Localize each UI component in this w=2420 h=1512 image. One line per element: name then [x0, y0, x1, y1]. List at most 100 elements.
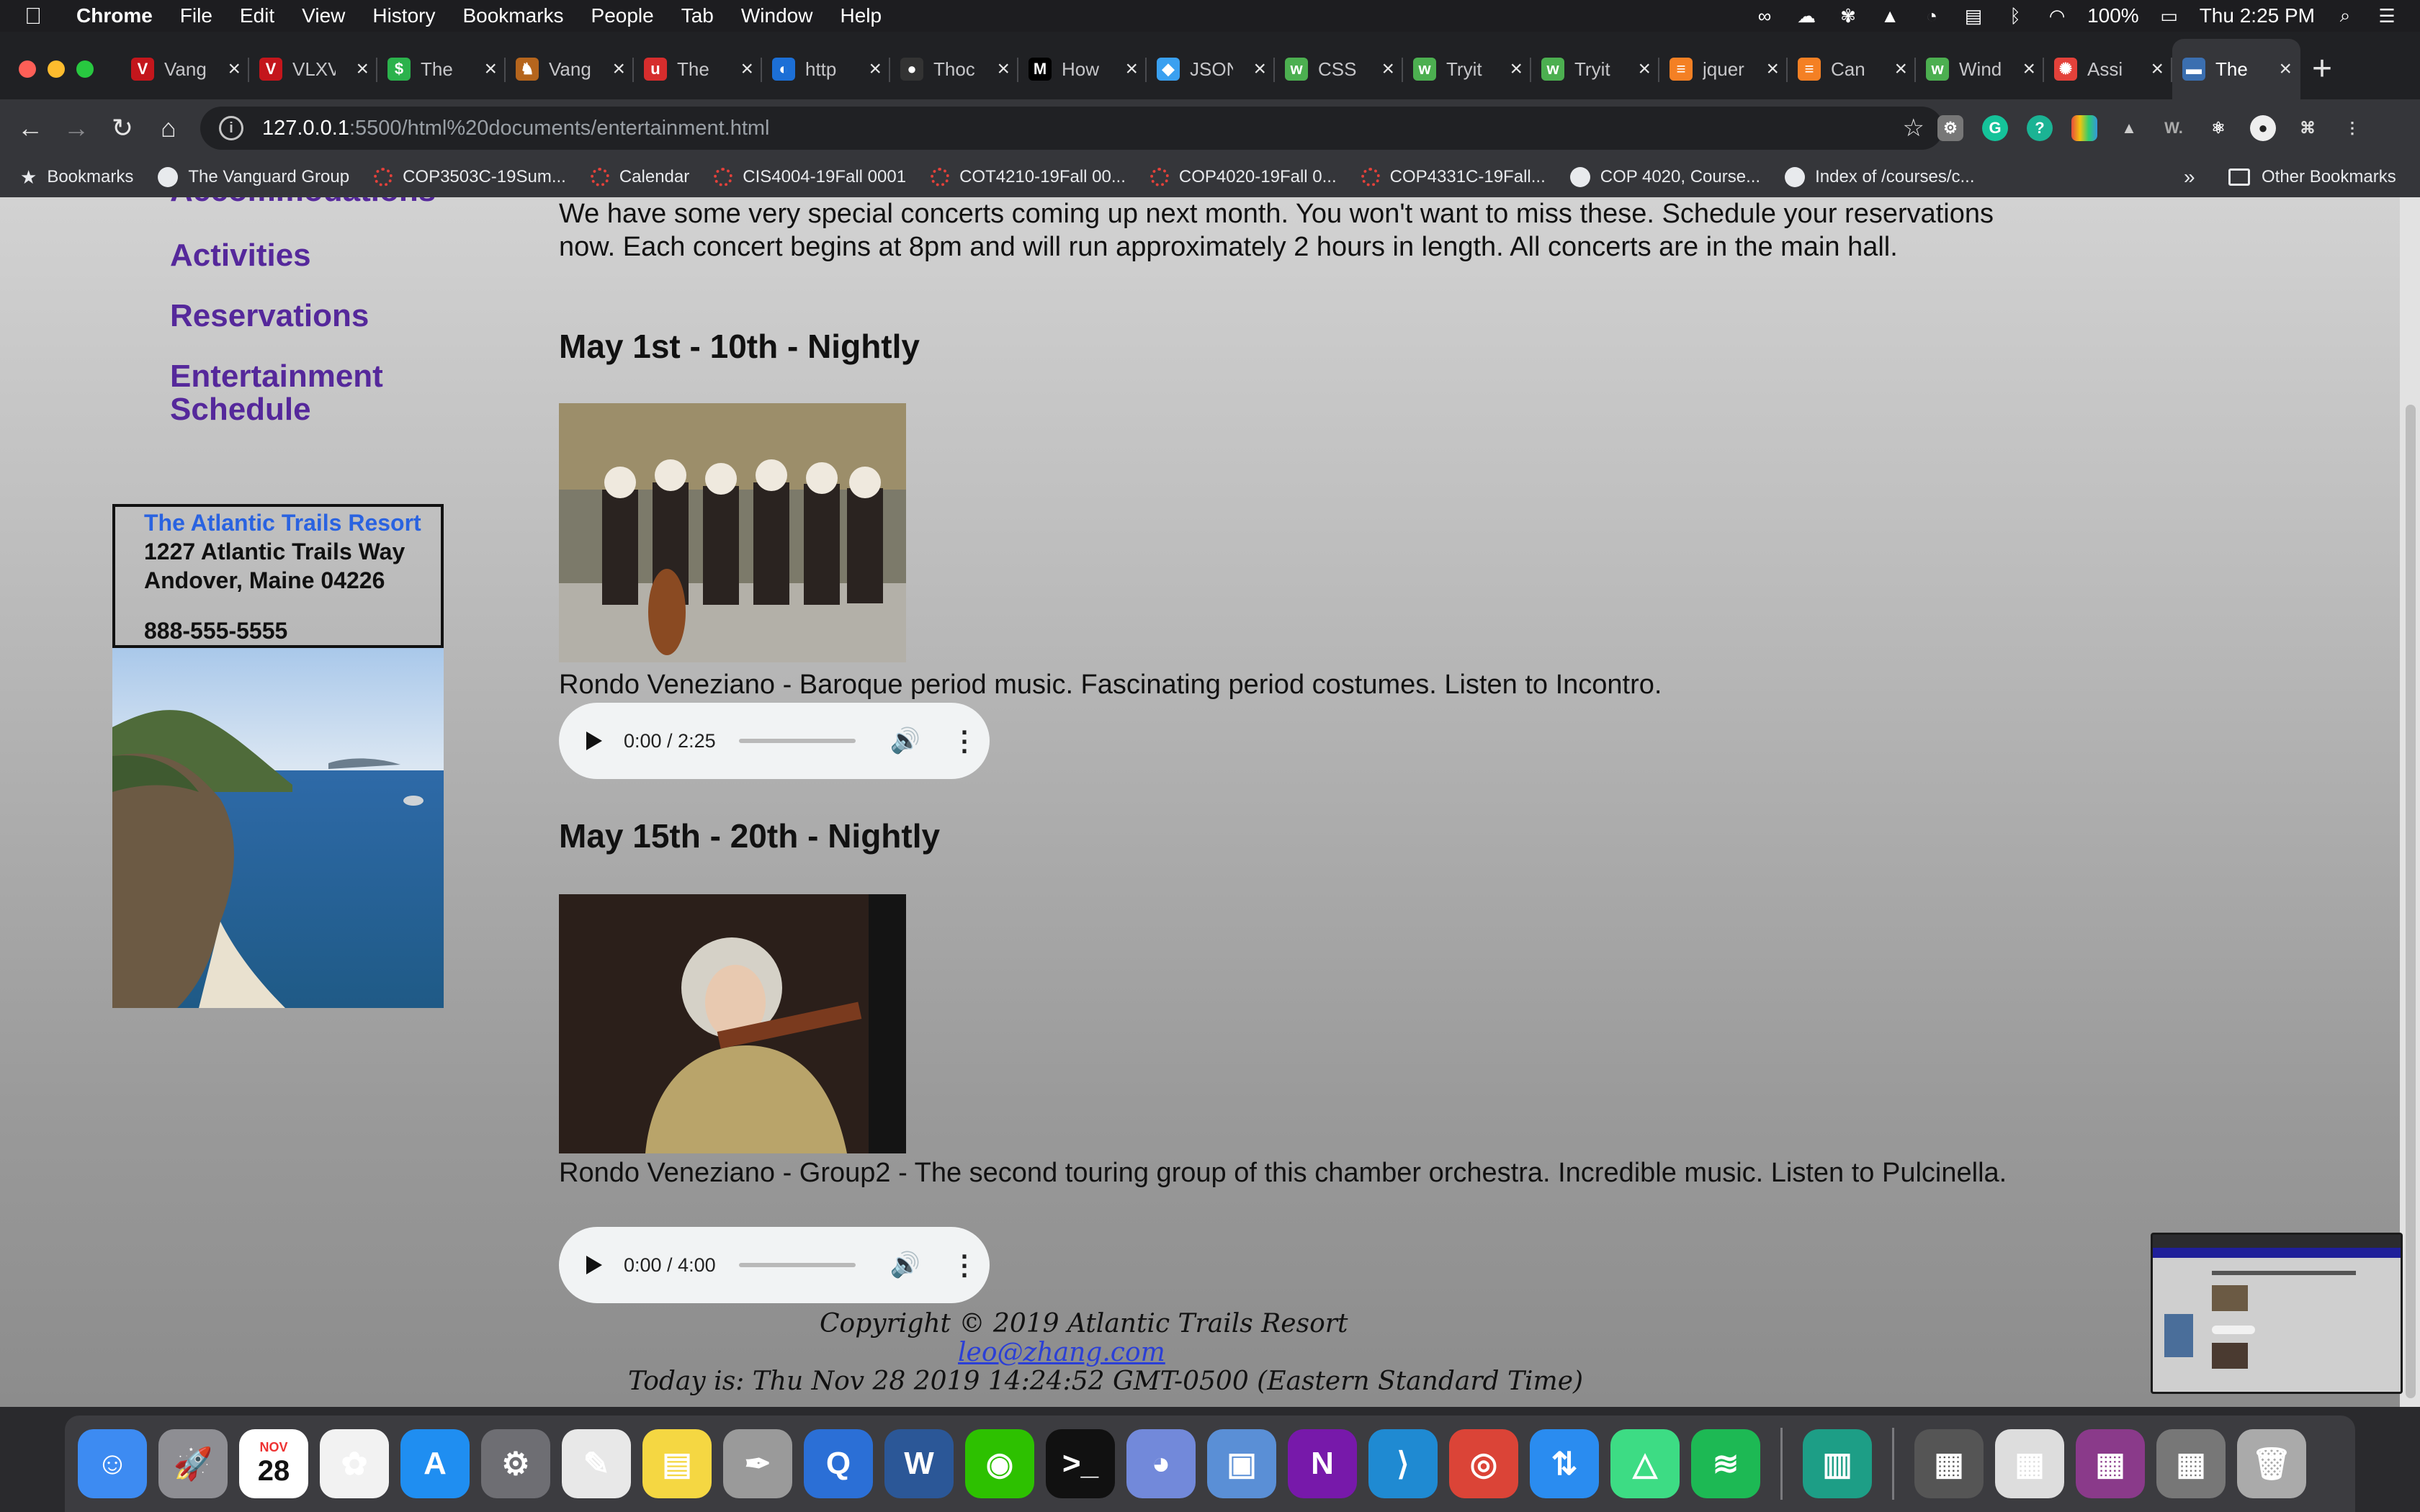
- bookmark-item[interactable]: COP4020-19Fall 0...: [1150, 167, 1337, 187]
- tab-10[interactable]: w Tryit ×: [1403, 39, 1531, 99]
- close-tab-icon[interactable]: ×: [484, 57, 497, 81]
- email-link[interactable]: leo@zhang.com: [958, 1338, 1165, 1367]
- wifi-icon[interactable]: ◠: [2045, 4, 2069, 27]
- minimized-2-icon[interactable]: ▦: [1995, 1429, 2064, 1498]
- minimize-window-button[interactable]: [48, 60, 65, 78]
- tab-7[interactable]: M How ×: [1018, 39, 1147, 99]
- tab-4[interactable]: u The ×: [634, 39, 762, 99]
- menu-file[interactable]: File: [180, 4, 212, 27]
- menu-window[interactable]: Window: [741, 4, 813, 27]
- close-tab-icon[interactable]: ×: [2022, 57, 2035, 81]
- word-icon[interactable]: W: [884, 1429, 954, 1498]
- menu-view[interactable]: View: [302, 4, 345, 27]
- nav-link-accommodations[interactable]: Accommodations: [170, 197, 436, 207]
- transmit-icon[interactable]: ⇅: [1530, 1429, 1599, 1498]
- photos-icon[interactable]: ✿: [320, 1429, 389, 1498]
- minimized-1-icon[interactable]: ▦: [1914, 1429, 1984, 1498]
- quicktime-icon[interactable]: Q: [804, 1429, 873, 1498]
- close-window-button[interactable]: [19, 60, 36, 78]
- menu-people[interactable]: People: [591, 4, 654, 27]
- script-editor-icon[interactable]: ✒: [723, 1429, 792, 1498]
- cloud-upload-icon[interactable]: ☁: [1795, 4, 1818, 27]
- address-bar[interactable]: i 127.0.0.1:5500/html%20documents/entert…: [200, 107, 1943, 150]
- scrollbar-thumb[interactable]: [2406, 405, 2416, 1398]
- close-tab-icon[interactable]: ×: [356, 57, 369, 81]
- battery-icon[interactable]: ▭: [2158, 4, 2181, 27]
- bookmark-item[interactable]: The Vanguard Group: [158, 167, 349, 187]
- nav-link-entertainment-schedule[interactable]: Entertainment Schedule: [170, 360, 383, 426]
- minimized-4-icon[interactable]: ▦: [2156, 1429, 2226, 1498]
- flower-icon[interactable]: ✾: [1837, 4, 1860, 27]
- us-flag-icon[interactable]: ▤: [1962, 4, 1985, 27]
- bookmark-item[interactable]: COT4210-19Fall 00...: [931, 167, 1126, 187]
- bookmarks-manager[interactable]: ★ Bookmarks: [20, 166, 133, 189]
- tab-5[interactable]: ◐ http ×: [762, 39, 890, 99]
- color-picker-icon[interactable]: [2071, 115, 2097, 141]
- close-tab-icon[interactable]: ×: [869, 57, 882, 81]
- creative-cloud-icon[interactable]: ∞: [1753, 4, 1776, 27]
- textedit-icon[interactable]: ✎: [562, 1429, 631, 1498]
- tab-6[interactable]: ● Thoc ×: [890, 39, 1018, 99]
- audio-player-1[interactable]: 0:00 / 2:25 🔊 ⋮: [559, 703, 990, 779]
- other-bookmarks-folder[interactable]: Other Bookmarks: [2228, 167, 2396, 187]
- tab-3[interactable]: ♞ Vang ×: [506, 39, 634, 99]
- onenote-icon[interactable]: N: [1288, 1429, 1357, 1498]
- tab-12[interactable]: ≡ jquer ×: [1659, 39, 1788, 99]
- grammarly-icon[interactable]: G: [1982, 115, 2008, 141]
- play-icon[interactable]: [586, 732, 602, 750]
- bookmark-item[interactable]: COP4331C-19Fall...: [1361, 167, 1546, 187]
- tab-2[interactable]: $ The ×: [377, 39, 506, 99]
- email-address[interactable]: leo@zhang.com: [958, 1338, 1165, 1367]
- spotify-icon[interactable]: ≋: [1691, 1429, 1760, 1498]
- profile-extension-icon[interactable]: ●: [2250, 115, 2276, 141]
- bookmark-item[interactable]: COP3503C-19Sum...: [374, 167, 566, 187]
- w-extension-icon[interactable]: W.: [2161, 115, 2187, 141]
- bookmark-item[interactable]: Index of /courses/c...: [1785, 167, 1975, 187]
- sequel-icon[interactable]: ▥: [1803, 1429, 1872, 1498]
- reload-icon[interactable]: ↻: [105, 111, 140, 145]
- menu-tab[interactable]: Tab: [681, 4, 714, 27]
- forward-arrow-icon[interactable]: →: [59, 111, 94, 145]
- bookmark-item[interactable]: Calendar: [590, 167, 689, 187]
- app-store-icon[interactable]: A: [400, 1429, 470, 1498]
- calendar-icon[interactable]: NOV 28: [239, 1429, 308, 1498]
- tab-0[interactable]: V Vang ×: [121, 39, 249, 99]
- extension-1-icon[interactable]: ⚙: [1937, 115, 1963, 141]
- bookmark-item[interactable]: CIS4004-19Fall 0001: [714, 167, 906, 187]
- screenshot-preview-thumbnail[interactable]: [2151, 1233, 2403, 1394]
- timer-icon[interactable]: ◔: [1920, 4, 1943, 27]
- notification-center-icon[interactable]: ☰: [2375, 4, 2398, 27]
- close-tab-icon[interactable]: ×: [2279, 57, 2292, 81]
- close-tab-icon[interactable]: ×: [1638, 57, 1651, 81]
- close-tab-icon[interactable]: ×: [228, 57, 241, 81]
- nav-link-reservations[interactable]: Reservations: [170, 300, 369, 333]
- wechat-icon[interactable]: ◉: [965, 1429, 1034, 1498]
- back-arrow-icon[interactable]: ←: [13, 111, 48, 145]
- tab-8[interactable]: ◆ JSON ×: [1147, 39, 1275, 99]
- stickies-icon[interactable]: ▤: [642, 1429, 712, 1498]
- drive-icon[interactable]: ▲: [1878, 4, 1901, 27]
- bookmark-star-icon[interactable]: ☆: [1903, 114, 1924, 143]
- close-tab-icon[interactable]: ×: [612, 57, 625, 81]
- menu-history[interactable]: History: [372, 4, 435, 27]
- extension-puzzle-icon[interactable]: ⌘: [2295, 115, 2321, 141]
- close-tab-icon[interactable]: ×: [1253, 57, 1266, 81]
- nav-link-activities[interactable]: Activities: [170, 239, 311, 272]
- finder-icon[interactable]: ☺: [78, 1429, 147, 1498]
- spotlight-search-icon[interactable]: ⌕: [2334, 4, 2357, 27]
- home-icon[interactable]: ⌂: [151, 111, 186, 145]
- more-bookmarks-chevron-icon[interactable]: »: [2184, 166, 2195, 189]
- clock[interactable]: Thu 2:25 PM: [2200, 4, 2315, 27]
- volume-icon[interactable]: 🔊: [890, 1251, 920, 1279]
- minimized-3-icon[interactable]: ▦: [2076, 1429, 2145, 1498]
- menu-app-name[interactable]: Chrome: [76, 4, 153, 27]
- vscode-icon[interactable]: ⟩: [1368, 1429, 1438, 1498]
- menu-help[interactable]: Help: [840, 4, 882, 27]
- close-tab-icon[interactable]: ×: [1894, 57, 1907, 81]
- drive-extension-icon[interactable]: ▲: [2116, 115, 2142, 141]
- tab-9[interactable]: w CSS ×: [1275, 39, 1403, 99]
- system-preferences-icon[interactable]: ⚙: [481, 1429, 550, 1498]
- audio-2-seek-bar[interactable]: [738, 1263, 856, 1267]
- new-tab-button[interactable]: +: [2312, 52, 2332, 86]
- volume-icon[interactable]: 🔊: [890, 726, 920, 755]
